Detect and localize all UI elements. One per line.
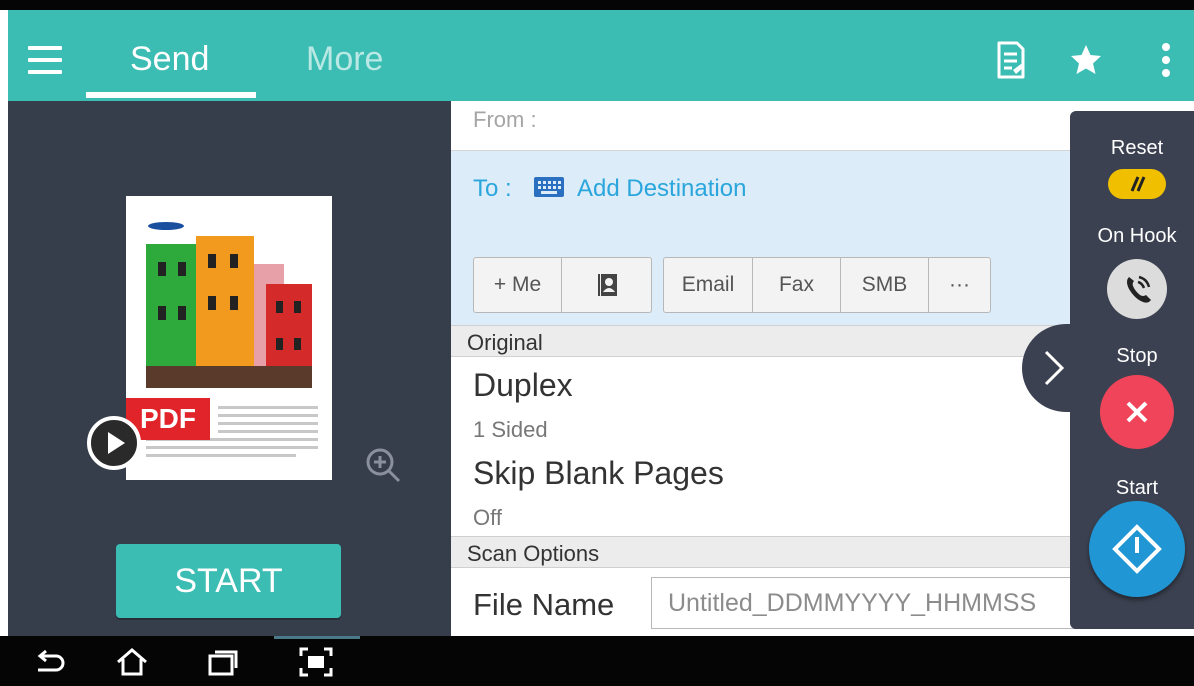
add-destination-link[interactable]: Add Destination bbox=[577, 175, 746, 203]
active-app-indicator bbox=[274, 636, 360, 639]
stop-button[interactable] bbox=[1100, 375, 1174, 449]
start-scan-button[interactable]: START bbox=[116, 544, 341, 618]
app-header: Send More bbox=[8, 10, 1194, 101]
reset-button[interactable] bbox=[1108, 169, 1166, 199]
reset-icon bbox=[1130, 176, 1146, 192]
screen-capture-icon[interactable] bbox=[298, 646, 334, 678]
back-icon[interactable] bbox=[32, 646, 68, 678]
duplex-value: 1 Sided bbox=[473, 417, 548, 442]
start-button[interactable] bbox=[1089, 501, 1185, 597]
from-label: From : bbox=[473, 107, 537, 132]
document-list-icon[interactable] bbox=[993, 40, 1029, 80]
status-strip bbox=[0, 0, 1194, 10]
tab-send[interactable]: Send bbox=[130, 40, 209, 79]
skip-blank-pages-title[interactable]: Skip Blank Pages bbox=[473, 455, 724, 492]
tab-more[interactable]: More bbox=[306, 40, 383, 79]
on-hook-label: On Hook bbox=[1097, 225, 1177, 247]
system-navigation-bar bbox=[0, 636, 1194, 686]
play-icon[interactable] bbox=[86, 415, 142, 471]
address-book-icon bbox=[596, 274, 617, 296]
menu-icon[interactable] bbox=[28, 46, 62, 74]
phone-icon bbox=[1127, 275, 1151, 303]
add-me-button[interactable]: + Me bbox=[474, 258, 562, 312]
more-destinations-button[interactable]: ··· bbox=[929, 258, 990, 312]
app-screen: Send More PDF START From: To: Add Dest… bbox=[0, 0, 1194, 686]
preview-panel: PDF START bbox=[8, 101, 451, 636]
reset-label: Reset bbox=[1110, 137, 1164, 159]
scan-options-section-label: Scan Options bbox=[467, 541, 600, 566]
file-name-label: File Name bbox=[473, 587, 615, 622]
destination-type-group: Email Fax SMB ··· bbox=[663, 257, 991, 313]
home-icon[interactable] bbox=[114, 646, 150, 678]
duplex-title[interactable]: Duplex bbox=[473, 367, 573, 404]
star-icon[interactable] bbox=[1068, 40, 1104, 80]
fax-button[interactable]: Fax bbox=[753, 258, 841, 312]
recent-apps-icon[interactable] bbox=[204, 646, 240, 678]
close-icon bbox=[1126, 401, 1148, 423]
smb-button[interactable]: SMB bbox=[841, 258, 929, 312]
address-book-button[interactable] bbox=[562, 258, 651, 312]
more-vertical-icon[interactable] bbox=[1148, 40, 1184, 80]
zoom-in-icon[interactable] bbox=[363, 445, 403, 485]
stop-label: Stop bbox=[1116, 345, 1158, 367]
original-section-label: Original bbox=[467, 330, 543, 355]
start-diamond-icon bbox=[1112, 524, 1162, 574]
email-button[interactable]: Email bbox=[664, 258, 753, 312]
to-label: To : bbox=[473, 175, 512, 202]
device-control-panel: Reset On Hook Stop Start bbox=[1070, 111, 1194, 629]
recipient-shortcut-group: + Me bbox=[473, 257, 652, 313]
start-label: Start bbox=[1115, 477, 1159, 499]
skip-blank-pages-value: Off bbox=[473, 505, 502, 530]
keyboard-icon[interactable] bbox=[533, 176, 565, 198]
active-tab-indicator bbox=[86, 92, 256, 98]
on-hook-button[interactable] bbox=[1107, 259, 1167, 319]
